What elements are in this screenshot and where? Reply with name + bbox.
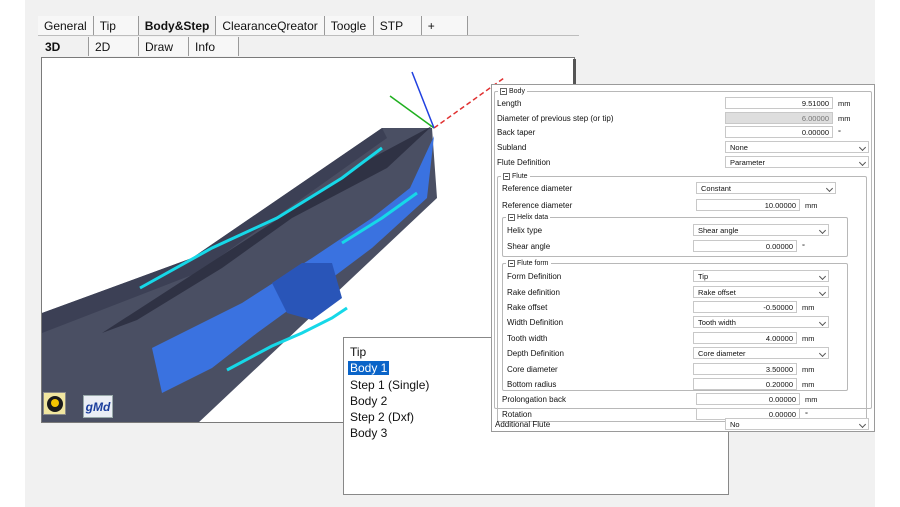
additional-flute-select[interactable]: No xyxy=(725,418,869,430)
collapse-icon[interactable] xyxy=(500,88,507,95)
ref-diameter-row: Reference diameter 10.00000 mm xyxy=(502,199,818,211)
chevron-down-icon xyxy=(818,349,827,358)
collapse-icon[interactable] xyxy=(508,260,515,267)
bottom-radius-row: Bottom radius 0.20000 mm xyxy=(507,378,815,390)
ref-diameter-mode-row: Reference diameter Constant xyxy=(498,182,866,196)
tab-info[interactable]: Info xyxy=(189,37,239,56)
form-definition-row: Form Definition Tip xyxy=(503,270,847,284)
prolongation-back-row: Prolongation back 0.00000 mm xyxy=(502,393,818,405)
flute-definition-select[interactable]: Parameter xyxy=(725,156,869,168)
tab-draw[interactable]: Draw xyxy=(139,37,189,56)
bottom-radius-input[interactable]: 0.20000 xyxy=(693,378,797,390)
tab-stp[interactable]: STP xyxy=(373,16,422,35)
back-taper-row: Back taper 0.00000 ° xyxy=(497,126,841,138)
body-group-header[interactable]: Body xyxy=(498,87,527,96)
prolongation-back-input[interactable]: 0.00000 xyxy=(696,393,800,405)
chevron-down-icon xyxy=(818,226,827,235)
tab-clearance-qreator[interactable]: ClearanceQreator xyxy=(216,16,325,35)
viewport-scrollbar[interactable] xyxy=(573,59,576,85)
chevron-down-icon xyxy=(858,158,867,167)
tab-2d[interactable]: 2D xyxy=(89,37,139,56)
flute-definition-row: Flute Definition Parameter xyxy=(495,156,871,170)
chevron-down-icon xyxy=(818,288,827,297)
chevron-down-icon xyxy=(858,420,867,429)
flute-group-header[interactable]: Flute xyxy=(501,172,530,181)
ref-diameter-input[interactable]: 10.00000 xyxy=(696,199,800,211)
shear-angle-row: Shear angle 0.00000 ° xyxy=(507,240,805,252)
app-logo-icon xyxy=(43,392,66,415)
main-tab-bar: General Tip Body&Step ClearanceQreator T… xyxy=(38,16,468,35)
chevron-down-icon xyxy=(818,272,827,281)
width-definition-row: Width Definition Tooth width xyxy=(503,316,847,330)
ref-diameter-mode-select[interactable]: Constant xyxy=(696,182,836,194)
tab-add[interactable]: + xyxy=(421,16,468,35)
tab-general[interactable]: General xyxy=(38,16,94,35)
additional-flute-row: Additional Flute No xyxy=(492,418,874,432)
length-input[interactable]: 9.51000 xyxy=(725,97,833,109)
tab-bar-divider xyxy=(38,35,579,36)
tab-3d[interactable]: 3D xyxy=(39,37,89,56)
view-tab-bar: 3D 2D Draw Info xyxy=(39,37,239,56)
rake-offset-input[interactable]: -0.50000 xyxy=(693,301,797,313)
helix-type-row: Helix type Shear angle xyxy=(503,224,847,238)
depth-definition-row: Depth Definition Core diameter xyxy=(503,347,847,361)
core-diameter-input[interactable]: 3.50000 xyxy=(693,363,797,375)
tooth-width-row: Tooth width 4.00000 mm xyxy=(507,332,815,344)
helix-type-select[interactable]: Shear angle xyxy=(693,224,829,236)
rake-offset-row: Rake offset -0.50000 mm xyxy=(507,301,815,313)
application-window: General Tip Body&Step ClearanceQreator T… xyxy=(25,0,875,507)
tab-tip[interactable]: Tip xyxy=(93,16,139,35)
width-definition-select[interactable]: Tooth width xyxy=(693,316,829,328)
collapse-icon[interactable] xyxy=(508,214,515,221)
chevron-down-icon xyxy=(818,318,827,327)
prev-diameter-row: Diameter of previous step (or tip) 6.000… xyxy=(497,112,851,124)
flute-group: Flute Reference diameter Constant Refere… xyxy=(497,172,867,422)
form-definition-select[interactable]: Tip xyxy=(693,270,829,282)
length-row: Length 9.51000 mm xyxy=(497,97,851,109)
depth-definition-select[interactable]: Core diameter xyxy=(693,347,829,359)
back-taper-input[interactable]: 0.00000 xyxy=(725,126,833,138)
prev-diameter-input: 6.00000 xyxy=(725,112,833,124)
helix-group-header[interactable]: Helix data xyxy=(506,213,551,222)
tab-body-step[interactable]: Body&Step xyxy=(138,16,217,35)
body-group: Body Length 9.51000 mm Diameter of previ… xyxy=(494,87,872,422)
subland-row: Subland None xyxy=(495,141,871,155)
shear-angle-input[interactable]: 0.00000 xyxy=(693,240,797,252)
chevron-down-icon xyxy=(825,184,834,193)
property-panel: Body Length 9.51000 mm Diameter of previ… xyxy=(491,84,875,432)
tab-toogle[interactable]: Toogle xyxy=(324,16,374,35)
collapse-icon[interactable] xyxy=(503,173,510,180)
rake-definition-row: Rake definition Rake offset xyxy=(503,286,847,300)
rake-definition-select[interactable]: Rake offset xyxy=(693,286,829,298)
flute-form-group-header[interactable]: Flute form xyxy=(506,259,551,268)
flute-form-group: Flute form Form Definition Tip Rake defi… xyxy=(502,259,848,391)
chevron-down-icon xyxy=(858,143,867,152)
helix-group: Helix data Helix type Shear angle Shear … xyxy=(502,213,848,257)
tooth-width-input[interactable]: 4.00000 xyxy=(693,332,797,344)
gmd-logo: gMd xyxy=(83,395,113,418)
core-diameter-row: Core diameter 3.50000 mm xyxy=(507,363,815,375)
subland-select[interactable]: None xyxy=(725,141,869,153)
